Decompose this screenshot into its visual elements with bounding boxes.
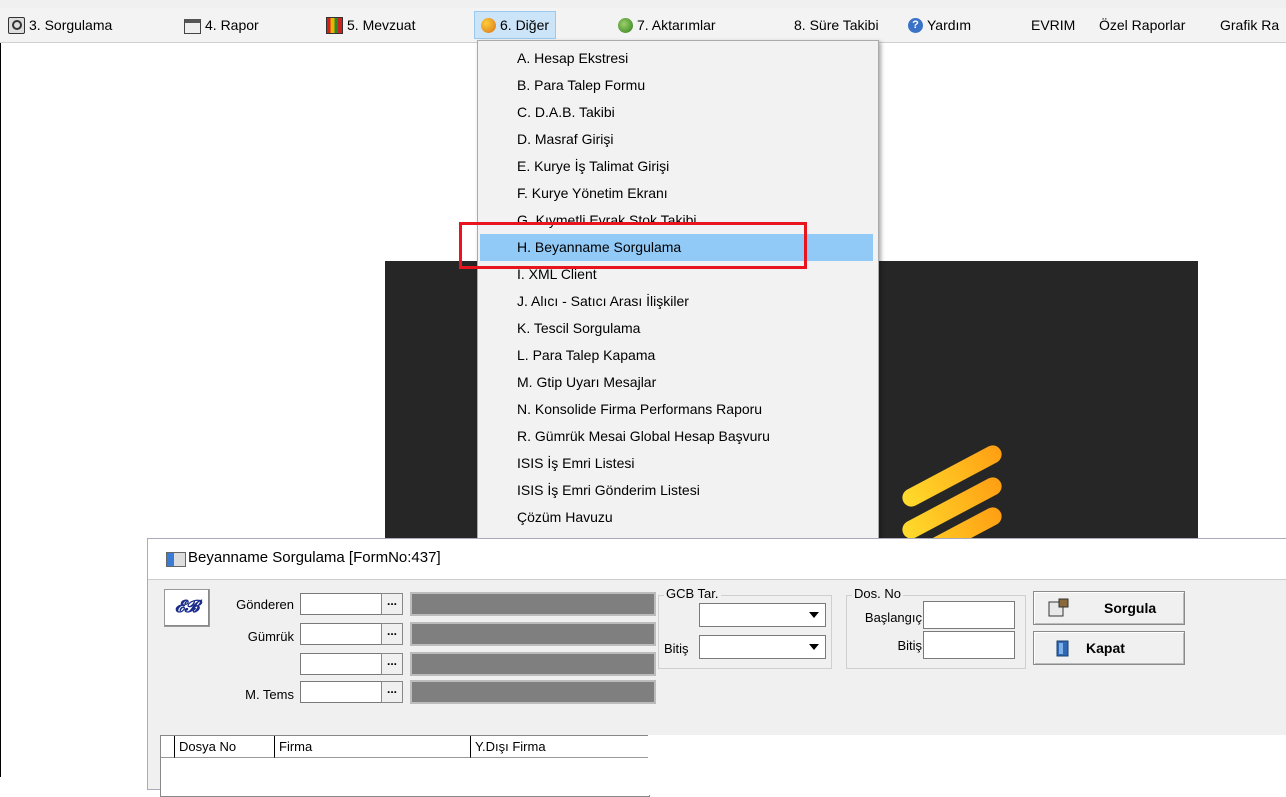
gonderen-label: Gönderen [236,597,294,612]
gonderen-name-field [410,592,656,616]
chevron-down-icon [809,644,819,650]
gcb-bitis-label: Bitiş [664,641,689,656]
beyanname-sorgulama-window: Beyanname Sorgulama [FormNo:437] 𝓔𝓑 Gönd… [147,538,1286,797]
window-icon [166,552,186,567]
menu-evrim[interactable]: EVRIM [1031,8,1075,42]
menu-item-dab-takibi[interactable]: C. D.A.B. Takibi [480,99,873,126]
gonderen-lookup-button[interactable]: ... [381,593,403,615]
menu-item-para-talep-formu[interactable]: B. Para Talep Formu [480,72,873,99]
gcb-baslangic-combo[interactable] [699,603,826,627]
menu-mevzuat[interactable]: 5. Mevzuat [326,8,415,42]
menu-sure-takibi[interactable]: 8. Süre Takibi [794,8,879,42]
transfer-icon [618,17,633,33]
dosya-no-label: Dos. No [852,586,903,601]
left-border [0,43,1,777]
menu-item-gumruk-mesai[interactable]: R. Gümrük Mesai Global Hesap Başvuru [480,423,873,450]
menu-item-masraf-girisi[interactable]: D. Masraf Girişi [480,126,873,153]
menu-item-cozum-havuzu[interactable]: Çözüm Havuzu [480,504,873,531]
column-y-disi-firma[interactable]: Y.Dışı Firma [471,736,648,758]
column-dosya-no[interactable]: Dosya No [175,736,275,758]
chevron-down-icon [809,612,819,618]
menu-aktarimlar[interactable]: 7. Aktarımlar [618,8,716,42]
kapat-button[interactable]: Kapat [1033,631,1185,665]
sorgula-button[interactable]: Sorgula [1033,591,1185,625]
extra-name-field [410,652,656,676]
menu-yardim[interactable]: ? Yardım [908,8,971,42]
menu-bar: 3. Sorgulama 4. Rapor 5. Mevzuat 6. Diğe… [0,8,1286,43]
window-title: Beyanname Sorgulama [FormNo:437] [188,549,441,566]
menu-rapor[interactable]: 4. Rapor [184,8,259,42]
highlight-box [459,222,807,269]
other-tools-icon [481,17,496,33]
results-area-blank [648,735,1286,795]
menu-item-kurye-yonetim[interactable]: F. Kurye Yönetim Ekranı [480,180,873,207]
baslangic-label: Başlangıç [864,610,922,625]
gumruk-input[interactable] [300,623,386,645]
eb-logo-icon: 𝓔𝓑 [164,589,210,627]
dosya-bitis-label: Bitiş [897,638,922,653]
magnifier-doc-icon [8,16,25,34]
help-icon: ? [908,17,923,33]
gumruk-lookup-button[interactable]: ... [381,623,403,645]
extra-lookup-button[interactable]: ... [381,653,403,675]
menu-item-isis-gonderim[interactable]: ISIS İş Emri Gönderim Listesi [480,477,873,504]
door-exit-icon [1056,640,1069,657]
mtems-name-field [410,680,656,704]
gumruk-name-field [410,622,656,646]
extra-input[interactable] [300,653,386,675]
menu-item-isis-is-emri[interactable]: ISIS İş Emri Listesi [480,450,873,477]
mtems-lookup-button[interactable]: ... [381,681,403,703]
menu-diger[interactable]: 6. Diğer [474,11,557,39]
menu-item-para-talep-kapama[interactable]: L. Para Talep Kapama [480,342,873,369]
menu-item-alici-satici[interactable]: J. Alıcı - Satıcı Arası İlişkiler [480,288,873,315]
results-table[interactable]: Dosya No Firma Y.Dışı Firma [160,735,650,797]
row-selector-header [161,736,175,758]
diger-dropdown-menu: A. Hesap Ekstresi B. Para Talep Formu C.… [477,40,879,539]
books-icon [326,16,343,34]
dosya-no-baslangic-input[interactable] [923,601,1015,629]
gonderen-input[interactable] [300,593,386,615]
menu-sorgulama[interactable]: 3. Sorgulama [8,8,112,42]
column-firma[interactable]: Firma [275,736,471,758]
menu-item-tescil-sorgulama[interactable]: K. Tescil Sorgulama [480,315,873,342]
gcb-bitis-combo[interactable] [699,635,826,659]
menu-item-gtip-uyari[interactable]: M. Gtip Uyarı Mesajlar [480,369,873,396]
menu-ozel-raporlar[interactable]: Özel Raporlar [1099,8,1185,42]
menu-item-hesap-ekstresi[interactable]: A. Hesap Ekstresi [480,45,873,72]
mtems-input[interactable] [300,681,386,703]
menu-grafik-raporlar[interactable]: Grafik Ra [1220,8,1279,42]
gumruk-label: Gümrük [247,629,294,644]
window-titlebar[interactable]: Beyanname Sorgulama [FormNo:437] [148,539,1286,580]
gcb-tarih-label: GCB Tar. [664,586,721,601]
menu-item-kurye-is-talimat[interactable]: E. Kurye İş Talimat Girişi [480,153,873,180]
menu-item-konsolide-firma[interactable]: N. Konsolide Firma Performans Raporu [480,396,873,423]
dosya-no-bitis-input[interactable] [923,631,1015,659]
printer-icon [184,18,201,34]
mtems-label: M. Tems [245,687,294,702]
search-doc-icon [1048,598,1069,617]
